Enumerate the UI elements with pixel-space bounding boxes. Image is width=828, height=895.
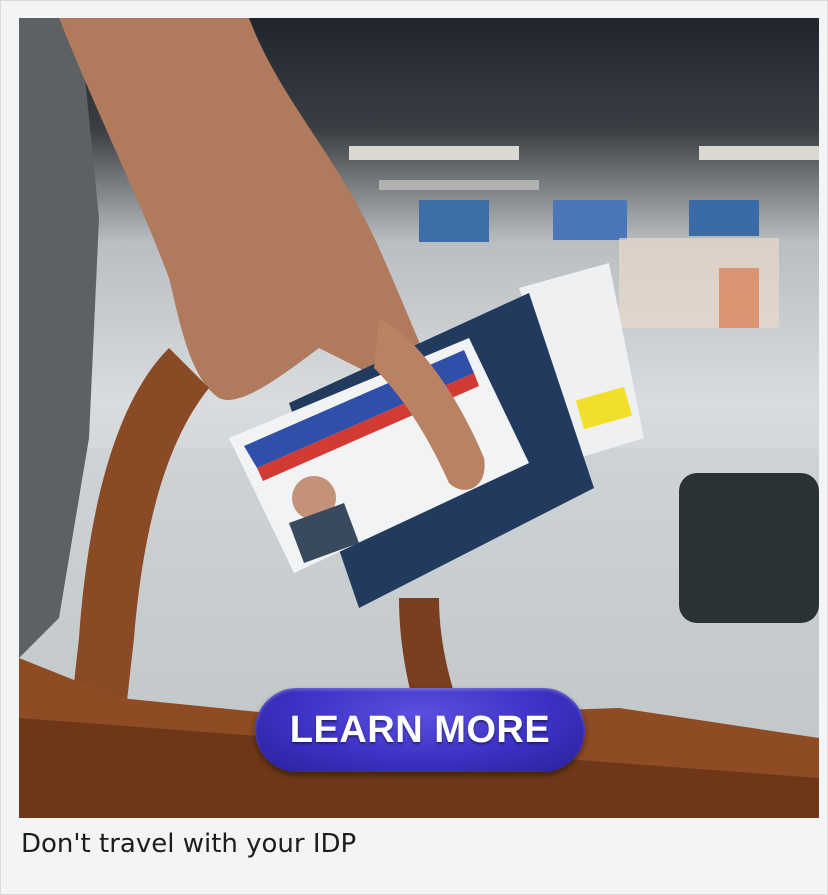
ad-photo[interactable]: LEARN MORE — [19, 18, 819, 818]
ad-card[interactable]: LEARN MORE Don't travel with your IDP — [0, 0, 828, 895]
learn-more-label: LEARN MORE — [289, 708, 551, 751]
learn-more-button[interactable]: LEARN MORE — [255, 688, 585, 772]
ad-caption-link[interactable]: Don't travel with your IDP — [21, 829, 356, 859]
